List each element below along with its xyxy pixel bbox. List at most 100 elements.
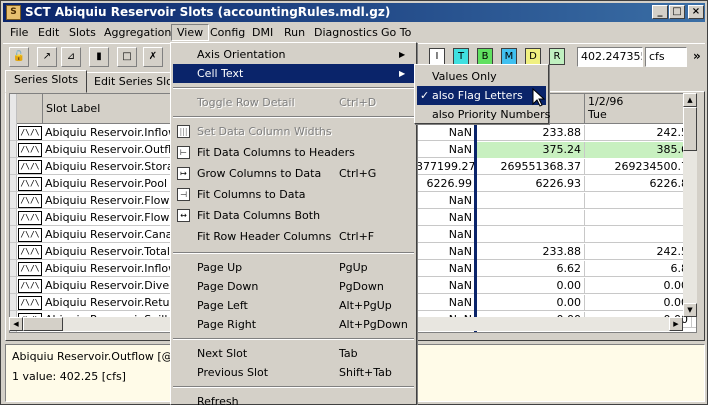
menu-item-fit-row-header-columns[interactable]: Fit Row Header Columns Ctrl+F xyxy=(173,227,414,246)
maximize-button[interactable]: □ xyxy=(669,5,685,19)
slot-label-cell[interactable]: Abiquiu Reservoir.Outflow xyxy=(43,142,179,158)
menu-item-axis-orientation[interactable]: Axis Orientation ▶ xyxy=(173,45,414,64)
flag-d-button[interactable]: D xyxy=(525,48,541,65)
data-cell[interactable]: NaN xyxy=(416,125,476,141)
menu-slots[interactable]: Slots xyxy=(64,24,101,41)
slot-label-cell[interactable]: Abiquiu Reservoir.Storage xyxy=(43,159,179,175)
menu-aggregation[interactable]: Aggregation xyxy=(99,24,176,41)
title-bar[interactable]: S SCT Abiquiu Reservoir Slots (accountin… xyxy=(3,3,705,22)
column-header-3[interactable]: 1/2/96 Tue xyxy=(585,94,692,124)
data-cell[interactable]: 6226.99 xyxy=(416,176,476,192)
data-cell[interactable]: 233.88 xyxy=(476,125,585,141)
data-cell[interactable]: 0.00 xyxy=(476,295,585,311)
menu-item-also-flag-letters[interactable]: ✓ also Flag Letters xyxy=(417,86,546,105)
menu-item-grow-columns-to-data[interactable]: ↦ Grow Columns to Data Ctrl+G xyxy=(173,164,414,183)
data-cell[interactable]: 6226.8 xyxy=(585,176,692,192)
menu-run[interactable]: Run xyxy=(279,24,310,41)
data-cell[interactable]: NaN xyxy=(416,193,476,209)
data-cell[interactable] xyxy=(585,227,692,243)
scroll-down-icon[interactable]: ▼ xyxy=(683,303,697,317)
data-cell[interactable] xyxy=(585,210,692,226)
delete-icon[interactable]: ✗ xyxy=(143,47,163,67)
data-cell[interactable]: 6.62 xyxy=(476,261,585,277)
menu-item-cell-text[interactable]: Cell Text ▶ xyxy=(173,64,414,83)
data-cell[interactable] xyxy=(476,193,585,209)
data-cell[interactable] xyxy=(585,193,692,209)
menu-edit[interactable]: Edit xyxy=(33,24,64,41)
toolbar-overflow-icon[interactable]: » xyxy=(693,49,701,63)
data-cell[interactable]: 0.00 xyxy=(476,278,585,294)
vertical-scroll-thumb[interactable] xyxy=(683,107,697,151)
flag-t-button[interactable]: T xyxy=(453,48,469,65)
value-input[interactable]: 402.2473559 xyxy=(577,47,643,67)
menu-item-page-right[interactable]: Page Right Alt+PgDown xyxy=(173,315,414,334)
menu-item-refresh[interactable]: Refresh xyxy=(173,392,414,405)
close-button[interactable]: × xyxy=(688,5,704,19)
horizontal-scroll-thumb[interactable] xyxy=(23,317,63,331)
data-cell[interactable]: 6.8 xyxy=(585,261,692,277)
menu-go-to[interactable]: Go To xyxy=(376,24,416,41)
menu-diagnostics[interactable]: Diagnostics xyxy=(309,24,383,41)
data-cell[interactable]: NaN xyxy=(416,142,476,158)
slot-label-cell[interactable]: Abiquiu Reservoir.Flow FR xyxy=(43,193,179,209)
data-cell[interactable]: 385.6 xyxy=(585,142,692,158)
data-cell[interactable]: NaN xyxy=(416,210,476,226)
slot-label-cell[interactable]: Abiquiu Reservoir.Return F xyxy=(43,295,179,311)
menu-item-fit-data-columns-both[interactable]: ↔ Fit Data Columns Both xyxy=(173,206,414,225)
scroll-up-icon[interactable]: ▲ xyxy=(683,93,697,107)
slot-label-cell[interactable]: Abiquiu Reservoir.Inflow Su xyxy=(43,261,179,277)
menu-item-page-up[interactable]: Page Up PgUp xyxy=(173,258,414,277)
menu-item-values-only[interactable]: Values Only xyxy=(417,67,546,86)
units-input[interactable]: cfs xyxy=(645,47,687,67)
data-cell[interactable]: 0.00 xyxy=(585,295,692,311)
slot-label-cell[interactable]: Abiquiu Reservoir.Total Inf xyxy=(43,244,179,260)
vertical-scrollbar[interactable]: ▲ ▼ xyxy=(683,93,697,317)
scroll-right-icon[interactable]: ▶ xyxy=(669,317,683,331)
slot-label-cell[interactable]: Abiquiu Reservoir.Inflow xyxy=(43,125,179,141)
data-cell[interactable]: 6226.93 xyxy=(476,176,585,192)
data-cell[interactable] xyxy=(476,227,585,243)
menu-item-also-priority-numbers[interactable]: also Priority Numbers xyxy=(417,105,550,124)
data-cell[interactable] xyxy=(476,210,585,226)
scroll-left-icon[interactable]: ◀ xyxy=(9,317,23,331)
flag-b-button[interactable]: B xyxy=(477,48,493,65)
menu-item-page-down[interactable]: Page Down PgDown xyxy=(173,277,414,296)
data-cell[interactable]: 233.88 xyxy=(476,244,585,260)
slot-label-cell[interactable]: Abiquiu Reservoir.Pool Elev xyxy=(43,176,179,192)
data-cell[interactable]: 0.00 xyxy=(585,278,692,294)
data-cell[interactable]: NaN xyxy=(416,261,476,277)
menu-item-fit-columns-to-data[interactable]: ⊣ Fit Columns to Data xyxy=(173,185,414,204)
data-cell[interactable]: 269234500.7 xyxy=(585,159,692,175)
menu-item-previous-slot[interactable]: Previous Slot Shift+Tab xyxy=(173,363,414,382)
menu-view[interactable]: View xyxy=(171,24,210,41)
data-cell[interactable]: NaN xyxy=(416,295,476,311)
data-cell[interactable]: 375.24 xyxy=(476,142,585,158)
slot-label-cell[interactable]: Abiquiu Reservoir.Canal Flo xyxy=(43,227,179,243)
menu-item-page-left[interactable]: Page Left Alt+PgUp xyxy=(173,296,414,315)
data-cell[interactable]: NaN xyxy=(416,244,476,260)
menu-dmi[interactable]: DMI xyxy=(247,24,278,41)
menu-config[interactable]: Config xyxy=(205,24,250,41)
slot-label-cell[interactable]: Abiquiu Reservoir.Flow TO xyxy=(43,210,179,226)
tab-series-slots[interactable]: Series Slots xyxy=(5,70,88,93)
menu-item-next-slot[interactable]: Next Slot Tab xyxy=(173,344,414,363)
slot-label-header[interactable]: Slot Label xyxy=(43,94,180,124)
data-cell[interactable]: NaN xyxy=(416,278,476,294)
data-cell[interactable]: NaN xyxy=(416,227,476,243)
lock-icon[interactable]: 🔓 xyxy=(9,47,29,67)
flag-i-button[interactable]: I xyxy=(429,48,445,65)
data-cell[interactable]: 242.5 xyxy=(585,244,692,260)
menu-item-fit-data-columns-to-headers[interactable]: ⊢ Fit Data Columns to Headers xyxy=(173,143,414,162)
data-cell[interactable]: 269551368.37 xyxy=(476,159,585,175)
flag-r-button[interactable]: R xyxy=(549,48,565,65)
flag-m-button[interactable]: M xyxy=(501,48,517,65)
minimize-button[interactable]: _ xyxy=(652,5,668,19)
menu-file[interactable]: File xyxy=(5,24,33,41)
slot-label-cell[interactable]: Abiquiu Reservoir.Diversio xyxy=(43,278,179,294)
data-cell[interactable]: 377199.27 xyxy=(416,159,476,175)
plot-icon[interactable]: ↗ xyxy=(37,47,57,67)
open-slot-icon[interactable]: □ xyxy=(117,47,137,67)
column-icon[interactable]: ▮ xyxy=(89,47,109,67)
edit-plot-icon[interactable]: ⊿ xyxy=(61,47,81,67)
data-cell[interactable]: 242.5 xyxy=(585,125,692,141)
